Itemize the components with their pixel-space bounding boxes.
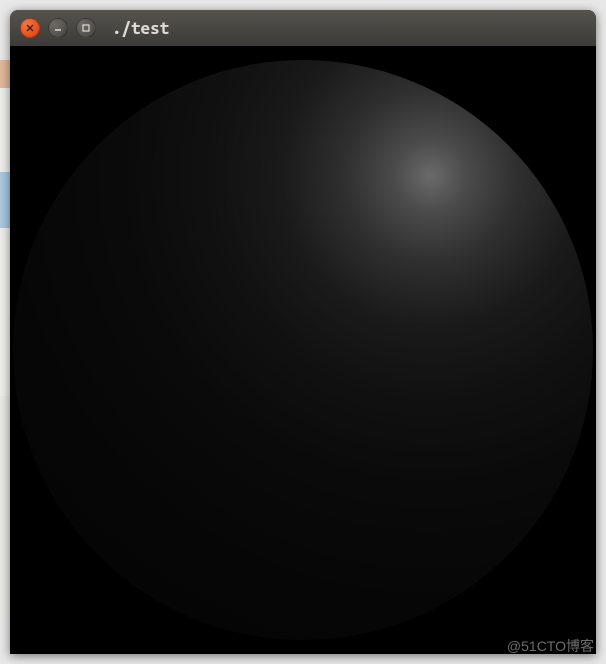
background-edge-strip — [0, 60, 10, 620]
render-viewport — [10, 46, 596, 654]
window-controls — [20, 18, 96, 38]
window-titlebar[interactable]: ./test — [10, 10, 596, 46]
maximize-button[interactable] — [76, 18, 96, 38]
close-icon — [25, 23, 35, 33]
close-button[interactable] — [20, 18, 40, 38]
minimize-icon — [53, 23, 63, 33]
minimize-button[interactable] — [48, 18, 68, 38]
rendered-sphere — [13, 60, 593, 640]
application-window: ./test — [10, 10, 596, 654]
maximize-icon — [81, 23, 91, 33]
window-title: ./test — [112, 19, 169, 38]
watermark-text: @51CTO博客 — [507, 636, 594, 656]
